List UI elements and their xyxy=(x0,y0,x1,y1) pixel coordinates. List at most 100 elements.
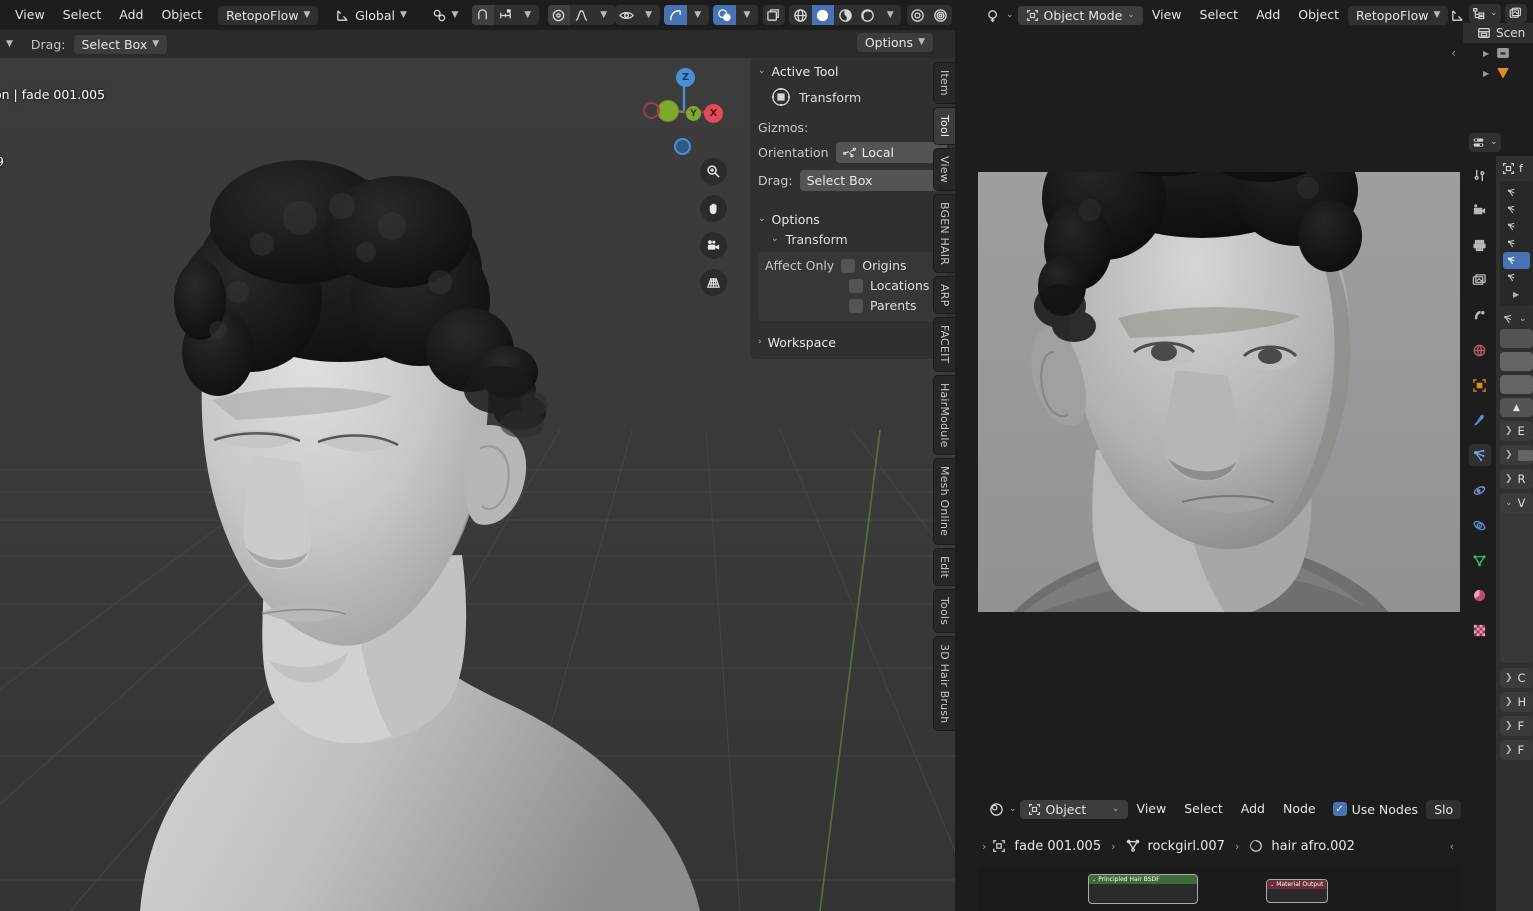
shading-wireframe-icon[interactable] xyxy=(789,5,811,25)
collapse-all-button[interactable]: ▲ xyxy=(1500,398,1533,417)
gizmo-axis-x[interactable]: X xyxy=(704,104,723,123)
menu-select[interactable]: Select xyxy=(1175,798,1232,820)
right-3d-viewport[interactable]: ‹ xyxy=(978,30,1460,790)
camera-icon[interactable] xyxy=(700,232,727,259)
chevron-down-icon[interactable]: ▼ xyxy=(516,5,538,25)
material-slot[interactable] xyxy=(1503,235,1530,252)
falloff-curve-icon[interactable] xyxy=(570,5,592,25)
gizmo-axis-neg-x[interactable] xyxy=(643,102,660,119)
menu-select[interactable]: Select xyxy=(1191,4,1248,26)
render-preview-alt-icon[interactable] xyxy=(929,5,951,25)
chevron-right-icon[interactable]: ▶ xyxy=(1483,49,1491,58)
chevron-down-icon[interactable]: ▼ xyxy=(592,5,614,25)
material-slot[interactable] xyxy=(1503,269,1530,286)
drag-row[interactable]: Drag: Select Box ⌄ xyxy=(758,170,947,191)
sidebar-tab-arp[interactable]: ARP xyxy=(933,275,955,315)
sidebar-tab-hairmodule[interactable]: HairModule xyxy=(933,374,955,456)
shader-type-dropdown[interactable]: Object ⌄ xyxy=(1019,799,1128,819)
eye-visibility-icon[interactable] xyxy=(615,5,637,25)
properties-tab-tool-icon[interactable] xyxy=(1469,164,1491,186)
properties-section-2[interactable]: ❯ xyxy=(1500,445,1533,465)
sidebar-tab-faceit[interactable]: FACEIT xyxy=(933,317,955,372)
sidebar-tab-item[interactable]: Item xyxy=(933,62,955,104)
gizmo-group[interactable]: ▼ xyxy=(664,5,709,25)
drag-mode-dropdown[interactable]: Select Box ▼ xyxy=(73,34,168,54)
menu-retopoflow[interactable]: RetopoFlow ▼ xyxy=(218,5,319,25)
3d-viewport[interactable]: on | fade 001.005 9 View Select Add Obje… xyxy=(0,0,955,911)
properties-tab-physics-icon[interactable] xyxy=(1469,479,1491,501)
outliner-row-light[interactable]: ▶ xyxy=(1463,63,1533,83)
breadcrumb-material[interactable]: hair afro.002 xyxy=(1249,839,1355,854)
material-slot-selected[interactable] xyxy=(1503,252,1530,269)
properties-editor[interactable]: ⌄ f ▶ ⌄ ▲ ❯ E ❯ ❯ R ⌄ V ❯ C ❯ H ❯ F ❯ F xyxy=(1463,128,1533,911)
gizmo-axis-y[interactable]: Y xyxy=(686,106,701,121)
shading-solid-icon[interactable] xyxy=(811,5,835,25)
properties-section-hair-dynamics[interactable]: ❯ H xyxy=(1500,692,1533,712)
particle-system-dropdown[interactable]: ⌄ xyxy=(1500,311,1533,329)
editor-type-dropdown[interactable]: ⌄ xyxy=(986,800,1020,819)
gizmo-axis-neg-y[interactable] xyxy=(657,100,679,122)
breadcrumb-mesh[interactable]: rockgirl.007 xyxy=(1126,839,1225,854)
extra-toggles-group[interactable] xyxy=(906,5,952,25)
node-material-output[interactable]: ⌄ Material Output xyxy=(1266,879,1328,903)
drag-select[interactable]: Select Box ⌄ xyxy=(799,170,947,191)
checkbox-locations[interactable] xyxy=(849,278,863,293)
editor-type-dropdown[interactable]: ⌄ xyxy=(982,6,1018,25)
properties-tab-texture-icon[interactable] xyxy=(1469,619,1491,641)
snap-increment-icon[interactable] xyxy=(494,5,516,25)
properties-tab-object-icon[interactable] xyxy=(1469,374,1491,396)
checkbox-use-nodes[interactable]: ✓ xyxy=(1332,802,1347,816)
properties-section-emission[interactable]: ❯ E xyxy=(1500,421,1533,441)
name-field[interactable] xyxy=(1500,329,1533,348)
zoom-icon[interactable] xyxy=(700,158,727,185)
node-header-principled-hair-bsdf[interactable]: ⌄ Principled Hair BSDF xyxy=(1089,875,1197,884)
properties-section-field-weights[interactable]: ❯ F xyxy=(1500,716,1533,736)
outliner-editor[interactable]: ⌄ Scen ▶ ▶ xyxy=(1463,0,1533,128)
panel-header-active-tool[interactable]: ⌄ Active Tool :::: xyxy=(750,58,955,84)
chevron-down-icon[interactable]: ▼ xyxy=(879,5,901,25)
properties-tab-scene-icon[interactable] xyxy=(1469,304,1491,326)
sidebar-tab-3d-hair-brush[interactable]: 3D Hair Brush xyxy=(933,635,955,732)
material-slot[interactable] xyxy=(1503,218,1530,235)
menu-object[interactable]: Object xyxy=(1289,4,1348,26)
menu-view[interactable]: View xyxy=(6,4,54,26)
shader-editor-header[interactable]: ⌄ Object ⌄ View Select Add Node ✓ Use No… xyxy=(978,792,1462,826)
sidebar-tab-edit[interactable]: Edit xyxy=(933,547,955,586)
gizmo-axis-neg-z[interactable] xyxy=(674,138,691,155)
overlays-toggle-icon[interactable] xyxy=(713,5,736,25)
slot-dropdown[interactable]: Slo xyxy=(1426,799,1462,819)
properties-tab-world-icon[interactable] xyxy=(1469,339,1491,361)
checkbox-origins[interactable] xyxy=(841,258,856,273)
breadcrumb-object[interactable]: fade 001.005 xyxy=(992,839,1101,854)
proportional-edit-group[interactable]: ▼ xyxy=(547,5,615,25)
chevron-down-icon[interactable]: ▼ xyxy=(687,5,709,25)
properties-body[interactable]: f ▶ ⌄ ▲ ❯ E ❯ ❯ R ⌄ V ❯ C ❯ H ❯ F ❯ F xyxy=(1496,156,1533,911)
gizmo-toggle-icon[interactable] xyxy=(664,5,687,25)
right-viewport-header[interactable]: ⌄ Object Mode ⌄ View Select Add Object R… xyxy=(978,0,1464,30)
properties-tab-modifier-icon[interactable] xyxy=(1469,409,1491,431)
mode-dropdown[interactable]: Object Mode ⌄ xyxy=(1017,5,1143,25)
editor-type-dropdown[interactable]: ⌄ xyxy=(1469,132,1501,152)
menu-view[interactable]: View xyxy=(1128,798,1176,820)
snap-group[interactable]: ▼ xyxy=(471,5,539,25)
menu-select[interactable]: Select xyxy=(54,4,111,26)
properties-tab-strip[interactable] xyxy=(1463,156,1496,911)
properties-tab-data-icon[interactable] xyxy=(1469,549,1491,571)
active-tool-row[interactable]: Transform xyxy=(758,86,947,108)
editor-type-dropdown[interactable]: ⌄ xyxy=(1469,4,1501,23)
properties-tab-view-layer-icon[interactable] xyxy=(1469,269,1491,291)
chevron-right-icon[interactable]: ▶ xyxy=(1483,69,1491,78)
orientation-row[interactable]: Orientation Local ⌄ xyxy=(758,142,947,163)
node-principled-hair-bsdf[interactable]: ⌄ Principled Hair BSDF xyxy=(1088,874,1198,904)
display-mode-icon[interactable] xyxy=(1504,4,1527,23)
material-slot-expand[interactable]: ▶ xyxy=(1503,286,1530,303)
affect-only-locations-row[interactable]: Locations xyxy=(765,278,940,293)
visibility-group[interactable]: ▼ xyxy=(614,5,660,25)
sidebar-tab-tool[interactable]: Tool xyxy=(933,106,955,146)
proportional-edit-icon[interactable] xyxy=(547,5,570,25)
outliner-header[interactable]: ⌄ xyxy=(1463,0,1533,23)
panel-header-workspace[interactable]: › Workspace :::: xyxy=(750,329,955,355)
properties-tab-material-icon[interactable] xyxy=(1469,584,1491,606)
settings-field[interactable] xyxy=(1500,352,1533,371)
sidebar-tab-mesh-online[interactable]: Mesh Online xyxy=(933,458,955,545)
